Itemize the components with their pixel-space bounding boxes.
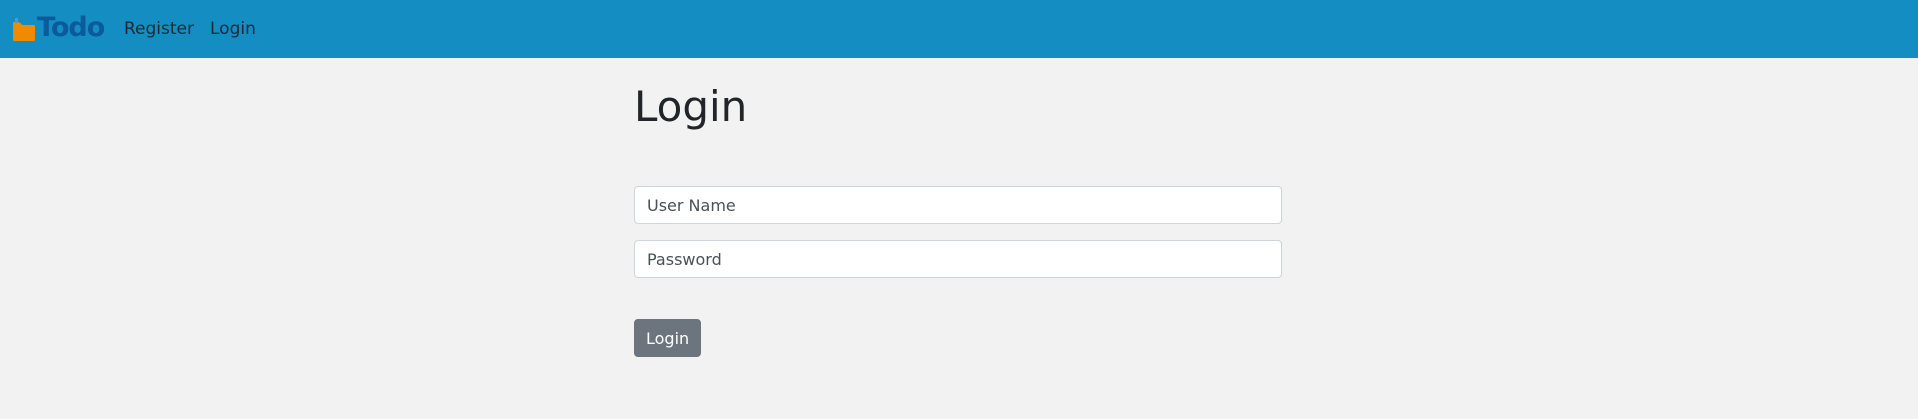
page-title: Login bbox=[634, 82, 748, 131]
nav-links: Register Login bbox=[124, 0, 272, 58]
password-input[interactable] bbox=[634, 240, 1282, 278]
nav-login-link[interactable]: Login bbox=[210, 19, 256, 39]
folder-icon bbox=[13, 16, 35, 41]
nav-register-link[interactable]: Register bbox=[124, 19, 194, 39]
brand-text: Todo bbox=[37, 12, 105, 43]
top-navbar: Todo Register Login bbox=[0, 0, 1918, 58]
login-button[interactable]: Login bbox=[634, 319, 702, 357]
brand-logo-link[interactable]: Todo bbox=[12, 12, 105, 43]
username-input[interactable] bbox=[634, 186, 1282, 224]
